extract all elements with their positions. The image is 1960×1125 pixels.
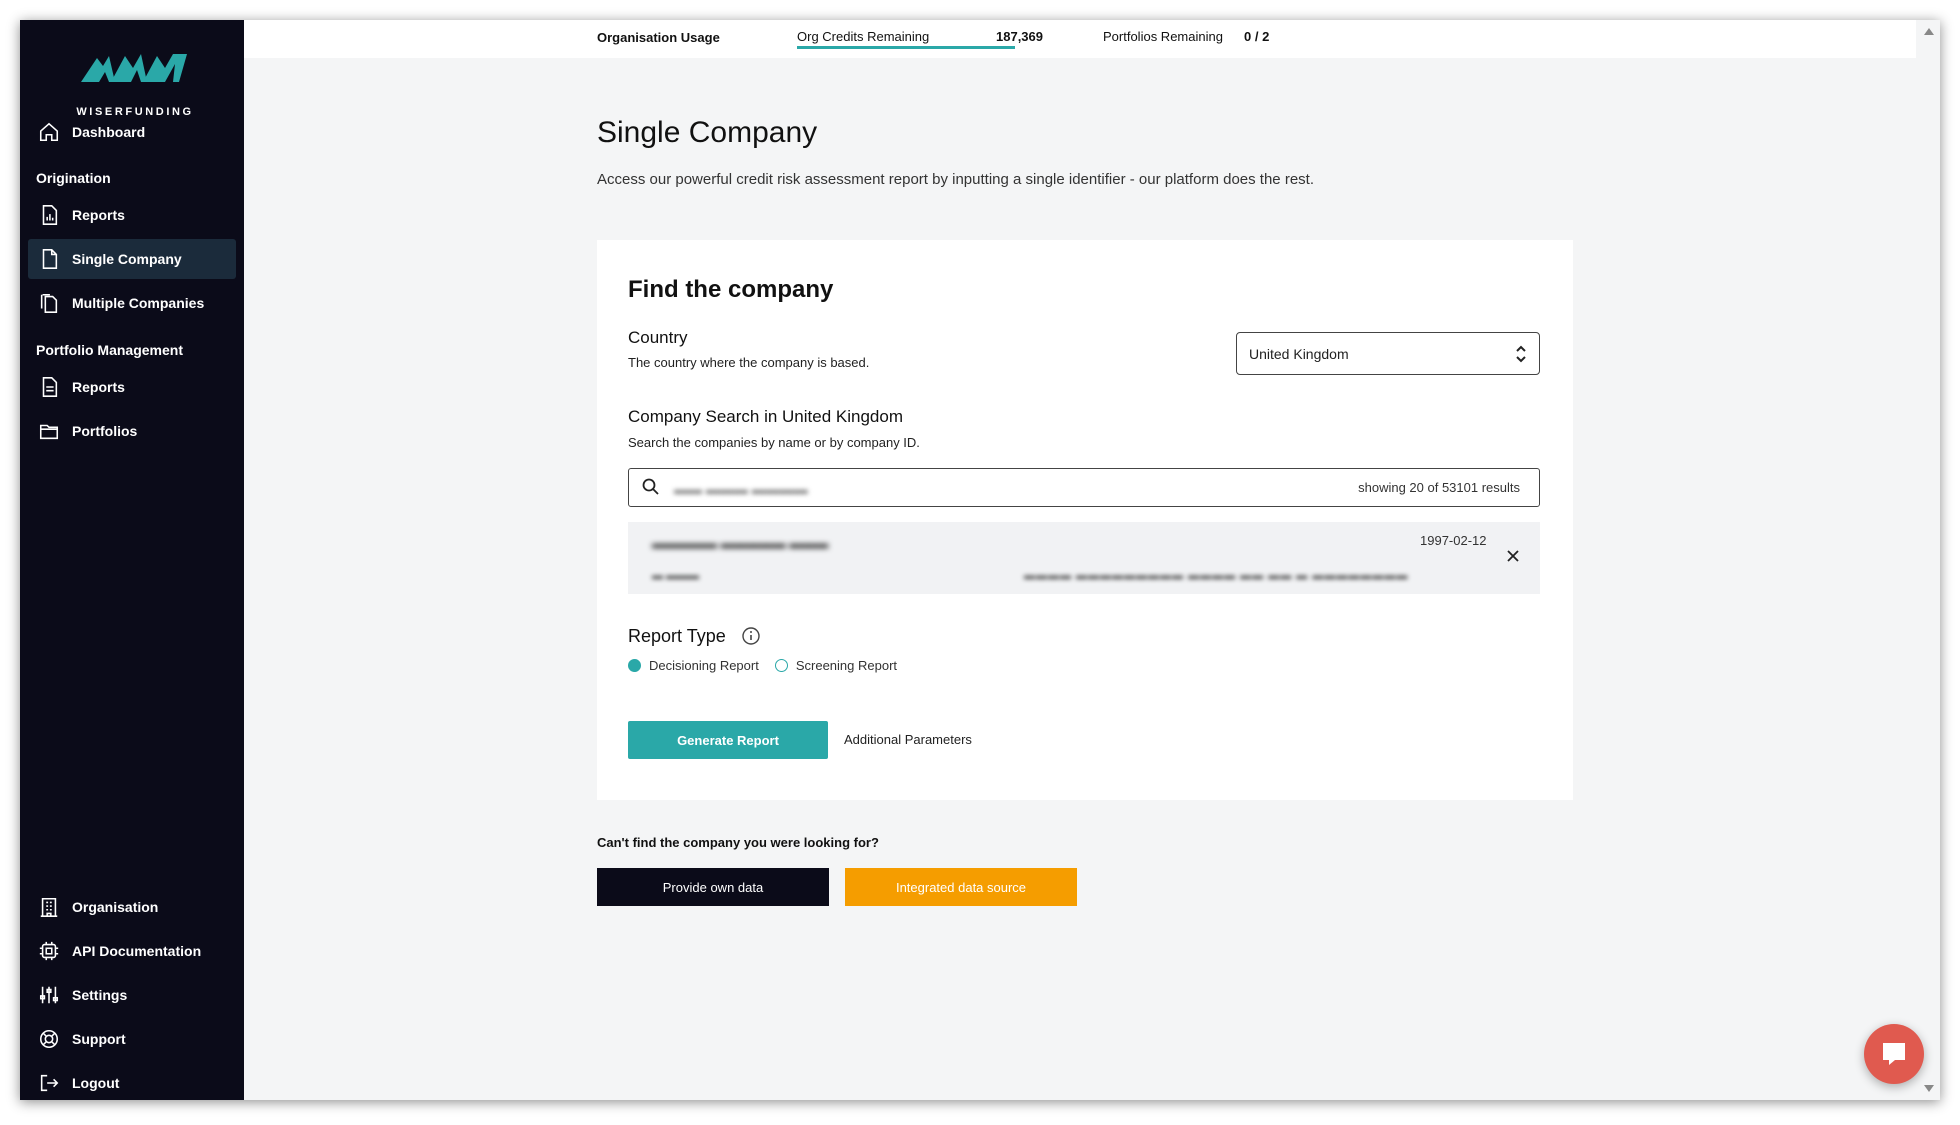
country-select-value: United Kingdom xyxy=(1249,345,1349,362)
country-label: Country xyxy=(628,328,688,347)
lifebuoy-icon xyxy=(38,1028,60,1050)
sidebar-item-single-company[interactable]: Single Company xyxy=(28,239,236,279)
documents-icon xyxy=(38,292,60,314)
chat-button[interactable] xyxy=(1864,1024,1924,1084)
sidebar-item-multiple-companies[interactable]: Multiple Companies xyxy=(28,283,236,323)
search-result-count: showing 20 of 53101 results xyxy=(1358,480,1520,495)
credits-label: Org Credits Remaining xyxy=(797,29,930,44)
sidebar-item-portfolio-reports[interactable]: Reports xyxy=(28,367,236,407)
sidebar-item-label: Settings xyxy=(72,987,128,1003)
sidebar-item-logout[interactable]: Logout xyxy=(28,1063,236,1100)
search-query: ▬▬ ▬▬▬ ▬▬▬▬ xyxy=(674,481,808,497)
sidebar: WISERFUNDING Dashboard Origination Repor… xyxy=(20,20,244,1100)
sidebar-item-label: API Documentation xyxy=(72,943,202,959)
building-icon xyxy=(38,896,60,918)
company-search-label: Company Search in United Kingdom xyxy=(628,407,903,426)
sidebar-item-label: Logout xyxy=(72,1075,120,1091)
country-description: The country where the company is based. xyxy=(628,355,870,370)
document-icon xyxy=(38,248,60,270)
result-company-id: ▬ ▬▬▬ xyxy=(652,570,700,582)
find-company-card: Find the company Country The country whe… xyxy=(597,240,1573,800)
scroll-up-arrow-icon[interactable] xyxy=(1924,28,1934,35)
sidebar-item-api-documentation[interactable]: API Documentation xyxy=(28,931,236,971)
portfolios-value: 0 / 2 xyxy=(1244,29,1270,44)
page-description: Access our powerful credit risk assessme… xyxy=(597,171,1314,188)
app-window: WISERFUNDING Dashboard Origination Repor… xyxy=(20,20,1940,1100)
chip-icon xyxy=(38,940,60,962)
usage-bar: Organisation Usage Org Credits Remaining… xyxy=(244,20,1916,58)
sidebar-item-label: Multiple Companies xyxy=(72,295,205,311)
sidebar-section-origination: Origination xyxy=(36,170,111,186)
sidebar-item-label: Support xyxy=(72,1031,126,1047)
result-company-address: ▬▬▬▬ ▬▬▬▬▬▬▬▬▬ ▬▬▬▬ ▬▬ ▬▬ ▬ ▬▬▬▬▬▬▬▬ xyxy=(1024,570,1409,582)
sidebar-item-dashboard[interactable]: Dashboard xyxy=(28,112,236,152)
selected-company-result[interactable]: ▬▬▬▬▬ ▬▬▬▬▬ ▬▬▬ ▬ ▬▬▬ ▬▬▬▬ ▬▬▬▬▬▬▬▬▬ ▬▬▬… xyxy=(628,522,1540,594)
info-icon[interactable] xyxy=(741,626,761,646)
company-search-description: Search the companies by name or by compa… xyxy=(628,435,920,450)
logo-mark-icon xyxy=(81,54,187,82)
sidebar-item-support[interactable]: Support xyxy=(28,1019,236,1059)
sidebar-item-label: Reports xyxy=(72,207,125,223)
chat-bubble-icon xyxy=(1883,1043,1905,1065)
card-title: Find the company xyxy=(628,276,834,303)
country-select[interactable]: United Kingdom xyxy=(1236,332,1540,375)
cant-find-text: Can't find the company you were looking … xyxy=(597,835,879,850)
sidebar-item-label: Reports xyxy=(72,379,125,395)
sidebar-item-origination-reports[interactable]: Reports xyxy=(28,195,236,235)
page-title: Single Company xyxy=(597,116,818,149)
close-icon[interactable] xyxy=(1505,548,1521,564)
radio-screening[interactable] xyxy=(774,659,788,672)
usage-title: Organisation Usage xyxy=(597,30,720,45)
provide-own-data-button[interactable]: Provide own data xyxy=(597,868,829,906)
sidebar-item-label: Organisation xyxy=(72,899,159,915)
chevron-up-down-icon xyxy=(1516,345,1526,363)
sidebar-item-settings[interactable]: Settings xyxy=(28,975,236,1015)
logout-icon xyxy=(38,1072,60,1094)
sidebar-section-portfolio: Portfolio Management xyxy=(36,342,184,358)
search-icon xyxy=(642,478,659,495)
additional-parameters-link[interactable]: Additional Parameters xyxy=(844,732,972,747)
result-company-name: ▬▬▬▬▬ ▬▬▬▬▬ ▬▬▬ xyxy=(652,536,829,551)
report-chart-icon xyxy=(38,204,60,226)
credits-progress-bar xyxy=(797,46,1015,49)
result-company-date: 1997-02-12 xyxy=(1420,533,1487,548)
option-screening-label[interactable]: Screening Report xyxy=(796,658,897,673)
credits-value: 187,369 xyxy=(996,29,1043,44)
integrated-data-source-button[interactable]: Integrated data source xyxy=(845,868,1077,906)
portfolios-label: Portfolios Remaining xyxy=(1103,29,1223,44)
sidebar-item-organisation[interactable]: Organisation xyxy=(28,887,236,927)
report-type-label: Report Type xyxy=(628,626,726,646)
folder-icon xyxy=(38,420,60,442)
sliders-icon xyxy=(38,984,60,1006)
report-lines-icon xyxy=(38,376,60,398)
sidebar-item-label: Portfolios xyxy=(72,423,138,439)
report-type-options: Decisioning Report Screening Report xyxy=(628,658,897,673)
generate-report-button[interactable]: Generate Report xyxy=(628,721,828,759)
sidebar-item-label: Dashboard xyxy=(72,124,146,140)
sidebar-item-label: Single Company xyxy=(72,251,182,267)
company-search-input[interactable]: ▬▬ ▬▬▬ ▬▬▬▬ showing 20 of 53101 results xyxy=(628,468,1540,507)
option-decisioning-label[interactable]: Decisioning Report xyxy=(649,658,759,673)
scroll-down-arrow-icon[interactable] xyxy=(1924,1085,1934,1092)
radio-decisioning[interactable] xyxy=(628,659,641,672)
scrollbar[interactable] xyxy=(1916,20,1940,1100)
home-icon xyxy=(38,121,60,143)
sidebar-item-portfolios[interactable]: Portfolios xyxy=(28,411,236,451)
